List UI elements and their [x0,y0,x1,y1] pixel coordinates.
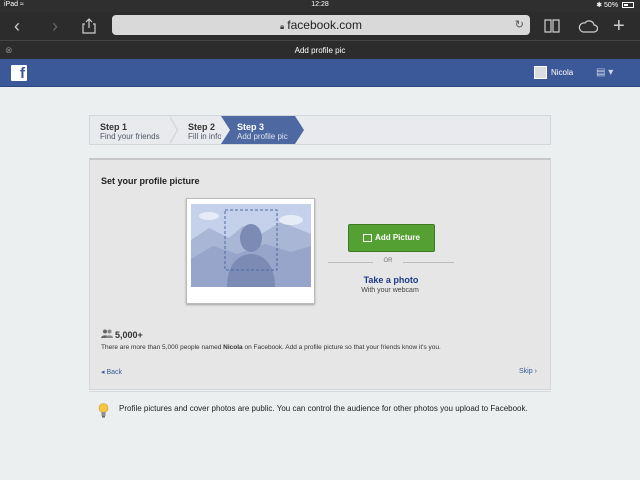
back-link[interactable]: ◂ Back [101,368,122,376]
ios-status-bar: iPad ≈ 12:28 ✱ 50% [0,0,640,12]
bluetooth-icon: ✱ [596,2,603,9]
lock-icon: 🔒︎ [280,22,285,31]
step-add-profile-pic[interactable]: Step 3 Add profile pic [221,116,295,144]
avatar [534,66,547,80]
profile-picture-panel: Set your profile picture Add Picture OR … [89,158,551,390]
settings-icon[interactable]: ▤ ▾ [596,67,613,78]
or-label: OR [373,258,403,264]
step-separator [169,116,177,144]
user-first-name: Nicola [223,344,243,351]
people-icon [101,329,113,340]
new-tab-icon[interactable]: + [613,12,625,40]
battery-icon [622,2,634,9]
photo-icon [363,233,373,242]
skip-link[interactable]: Skip › [519,368,537,375]
content-divider [89,391,551,392]
user-profile-link[interactable]: Nicola [534,66,573,80]
user-name: Nicola [551,68,574,77]
bookmarks-icon[interactable] [544,12,560,41]
cloud-icon[interactable] [578,12,599,41]
back-arrow-icon[interactable]: ‹ [14,12,20,40]
address-bar[interactable]: 🔒︎ facebook.com ↻ [112,15,530,35]
step-arrow [295,116,304,144]
add-picture-button[interactable]: Add Picture [348,224,435,252]
silhouette-illustration [191,204,311,287]
facebook-logo[interactable]: f [11,65,27,82]
share-icon[interactable] [82,12,96,42]
browser-toolbar: ‹ › 🔒︎ facebook.com ↻ + [0,12,640,40]
people-count: 5,000+ [101,329,143,340]
step-separator [221,116,230,144]
privacy-info-text: Profile pictures and cover photos are pu… [119,404,528,413]
clock: 12:28 [311,1,329,8]
signup-steps: Step 1 Find your friends Step 2 Fill in in… [89,115,551,145]
take-photo-link[interactable]: Take a photo [348,275,434,285]
people-note: There are more than 5,000 people named N… [101,344,441,351]
privacy-info: Profile pictures and cover photos are pu… [98,403,538,418]
forward-arrow-icon[interactable]: › [52,12,58,40]
reload-icon[interactable]: ↻ [515,15,524,35]
tab-strip: ⊗ Add profile pic [0,40,640,59]
url-text: facebook.com [287,18,362,32]
facebook-header: f Nicola ▤ ▾ [0,59,640,87]
profile-picture-placeholder [186,198,315,304]
webcam-caption: With your webcam [361,287,419,294]
battery-status: ✱ 50% [596,1,634,9]
close-icon[interactable]: ⊗ [5,41,13,60]
step-find-friends[interactable]: Step 1 Find your friends [90,116,170,144]
lightbulb-icon [98,403,109,418]
tab-title[interactable]: Add profile pic [295,46,346,55]
panel-title: Set your profile picture [101,176,200,186]
